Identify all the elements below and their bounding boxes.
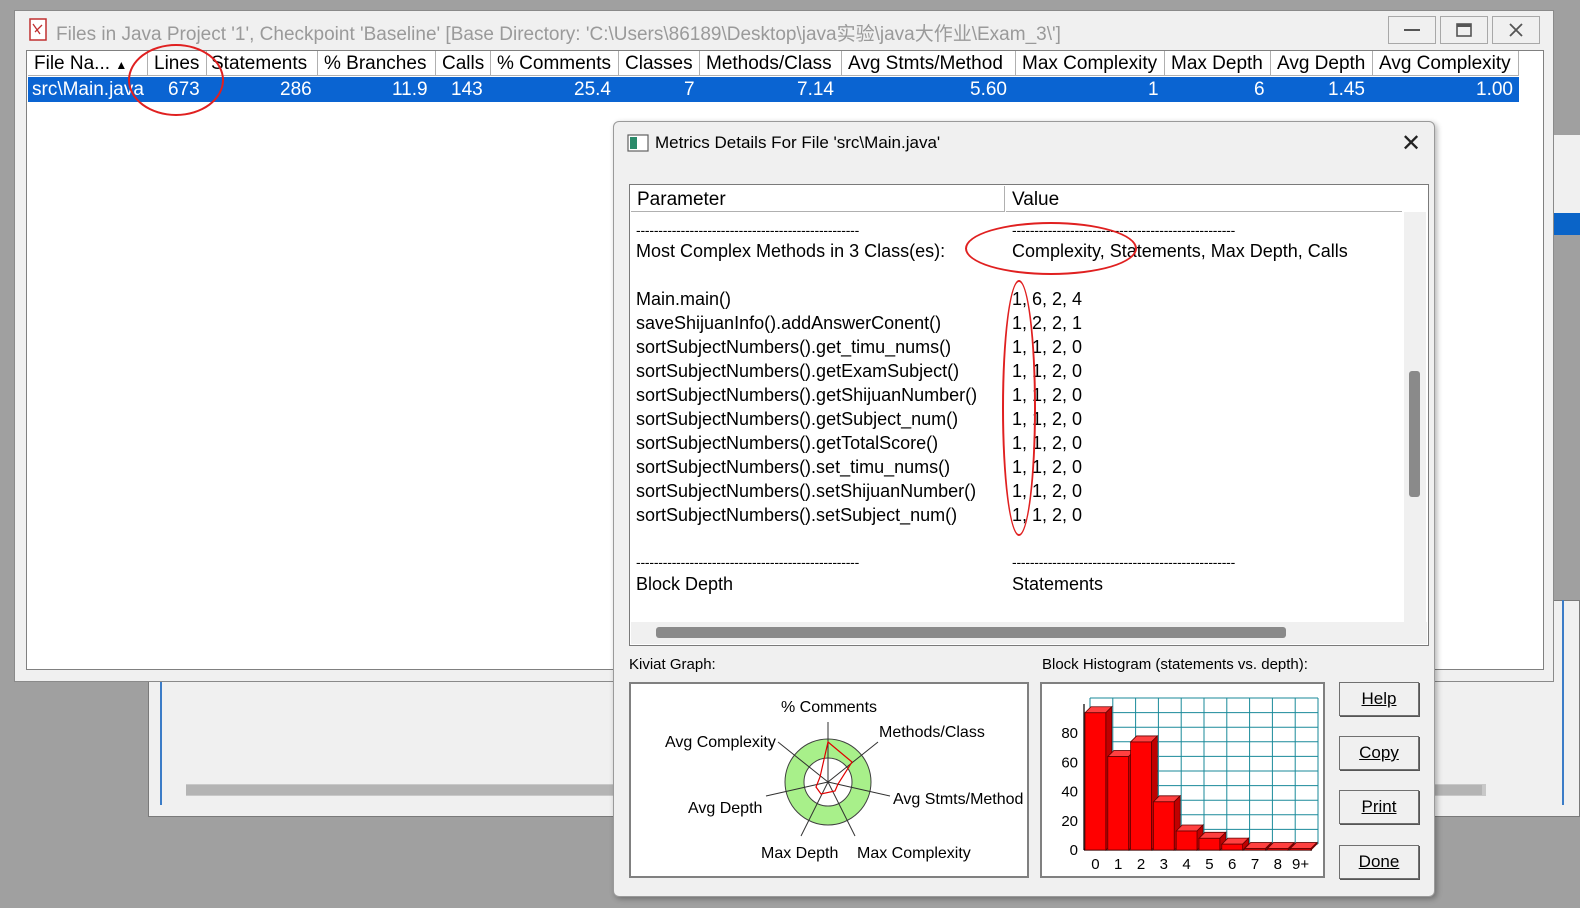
block-depth-value: Statements (1012, 574, 1104, 594)
y-tick-label: 0 (1070, 842, 1078, 859)
kiviat-axis-label: Avg Depth (688, 800, 762, 817)
annotation-circle-complexity-values (1002, 280, 1036, 536)
method-name: Main.main() (636, 289, 732, 309)
col-header-avg-complexity[interactable]: Avg Complexity (1373, 51, 1519, 76)
table-row[interactable] (28, 77, 1519, 102)
cell-branches: 11.9 (392, 79, 428, 100)
col-header-avg-depth[interactable]: Avg Depth (1271, 51, 1373, 76)
cell-classes: 7 (684, 79, 695, 100)
cell-max-complexity: 1 (1148, 79, 1159, 100)
block-depth-label: Block Depth (636, 574, 734, 594)
method-name: sortSubjectNumbers().getTotalScore() (636, 433, 939, 453)
col-header-max-complexity[interactable]: Max Complexity (1016, 51, 1165, 76)
x-tick-label: 7 (1251, 856, 1259, 873)
cell-avg-stmts-method: 5.60 (970, 79, 1007, 100)
vertical-scroll-thumb[interactable] (1409, 371, 1420, 497)
background-window-edge (1552, 135, 1580, 235)
print-button[interactable]: Print (1339, 790, 1419, 824)
cell-max-depth: 6 (1254, 79, 1265, 100)
close-icon (1509, 23, 1523, 37)
kiviat-chart: % Comments Methods/Class Avg Stmts/Metho… (665, 699, 1023, 862)
cell-methods-class: 7.14 (797, 79, 834, 100)
method-name: saveShijuanInfo().addAnswerConent() (636, 313, 942, 333)
histogram-chart: 0204060800 1 2 3 4 5 6 7 8 9+ (1061, 697, 1319, 873)
col-header-calls[interactable]: Calls (436, 51, 491, 76)
dialog-window-icon (627, 134, 649, 152)
col-header-avg-stmts-method[interactable]: Avg Stmts/Method (842, 51, 1016, 76)
cell-statements: 286 (280, 79, 312, 100)
method-name: sortSubjectNumbers().getShijuanNumber() (636, 385, 978, 405)
y-tick-label: 40 (1061, 784, 1078, 801)
cell-comments: 25.4 (574, 79, 611, 100)
annotation-circle-lines (128, 44, 224, 116)
help-button[interactable]: Help (1339, 682, 1419, 716)
cell-avg-complexity: 1.00 (1476, 79, 1513, 100)
project-file-icon (29, 18, 47, 41)
col-header-comments[interactable]: % Comments (491, 51, 619, 76)
kiviat-label: Kiviat Graph: (629, 656, 716, 673)
col-header-value[interactable]: Value (1006, 186, 1402, 212)
horizontal-scroll-thumb[interactable] (656, 627, 1286, 638)
y-tick-label: 60 (1061, 754, 1078, 771)
maximize-button[interactable] (1440, 16, 1488, 44)
x-tick-label: 9+ (1292, 856, 1309, 873)
method-name: sortSubjectNumbers().getSubject_num() (636, 409, 959, 429)
cell-avg-depth: 1.45 (1328, 79, 1365, 100)
y-tick-label: 20 (1061, 813, 1078, 830)
x-tick-label: 8 (1274, 856, 1282, 873)
copy-button[interactable]: Copy (1339, 736, 1419, 770)
files-window-title: Files in Java Project '1', Checkpoint 'B… (56, 24, 1061, 45)
restore-icon (1456, 23, 1472, 37)
col-header-max-depth[interactable]: Max Depth (1165, 51, 1271, 76)
col-header-branches[interactable]: % Branches (318, 51, 436, 76)
dialog-close-button[interactable]: ✕ (1396, 130, 1426, 158)
y-tick-label: 80 (1061, 725, 1078, 742)
kiviat-axis-label: Avg Complexity (665, 734, 776, 751)
x-tick-label: 5 (1205, 856, 1213, 873)
method-name: sortSubjectNumbers().getExamSubject() (636, 361, 960, 381)
dialog-title: Metrics Details For File 'src\Main.java' (655, 133, 941, 152)
method-name: sortSubjectNumbers().set_timu_nums() (636, 457, 951, 477)
kiviat-axis-label: Max Depth (761, 845, 838, 862)
x-tick-label: 4 (1182, 856, 1190, 873)
kiviat-axis-label: Methods/Class (879, 724, 985, 741)
col-header-methods-class[interactable]: Methods/Class (700, 51, 842, 76)
minimize-icon (1404, 29, 1420, 31)
separator-line: ----------------------------------------… (1012, 554, 1236, 570)
cell-calls: 143 (451, 79, 483, 100)
sort-ascending-icon: ▲ (115, 58, 128, 72)
histogram-label: Block Histogram (statements vs. depth): (1042, 656, 1308, 673)
x-tick-label: 3 (1160, 856, 1168, 873)
done-button[interactable]: Done (1339, 845, 1419, 879)
most-complex-label: Most Complex Methods in 3 Class(es): (636, 241, 946, 261)
kiviat-axis-label: Max Complexity (857, 845, 971, 862)
minimize-button[interactable] (1388, 16, 1436, 44)
method-name: sortSubjectNumbers().setSubject_num() (636, 505, 958, 525)
x-tick-label: 0 (1091, 856, 1099, 873)
close-icon: ✕ (1400, 130, 1422, 157)
close-window-button[interactable] (1492, 16, 1540, 44)
separator-line: ----------------------------------------… (636, 554, 860, 570)
annotation-circle-complexity (965, 222, 1137, 275)
kiviat-axis-label: Avg Stmts/Method (893, 791, 1023, 808)
x-tick-label: 1 (1114, 856, 1122, 873)
kiviat-axis-label: % Comments (781, 699, 877, 716)
method-name: sortSubjectNumbers().setShijuanNumber() (636, 481, 977, 501)
x-tick-label: 2 (1137, 856, 1145, 873)
col-header-parameter[interactable]: Parameter (631, 186, 1005, 212)
col-header-statements[interactable]: Statements (207, 51, 318, 76)
x-tick-label: 6 (1228, 856, 1236, 873)
method-name: sortSubjectNumbers().get_timu_nums() (636, 337, 952, 357)
col-header-classes[interactable]: Classes (619, 51, 700, 76)
